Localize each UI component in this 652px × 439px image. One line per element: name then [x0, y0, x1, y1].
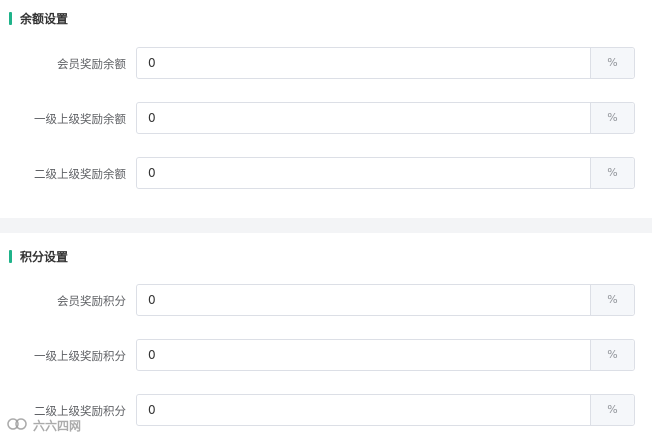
points-settings-section: 积分设置 会员奖励积分 % 一级上级奖励积分 % 二级上级奖励积分 %: [0, 233, 652, 439]
watermark-logo-icon: [6, 417, 28, 434]
level1-reward-points-label: 一级上级奖励积分: [34, 349, 126, 363]
percent-suffix: %: [590, 340, 634, 370]
level1-reward-balance-input-group: %: [136, 102, 635, 134]
level1-reward-balance-row: 一级上级奖励余额 %: [0, 102, 652, 136]
level1-reward-balance-input[interactable]: [137, 103, 590, 133]
level1-reward-balance-label: 一级上级奖励余额: [34, 112, 126, 126]
balance-section-title: 余额设置: [20, 11, 69, 26]
points-section-title: 积分设置: [20, 249, 69, 264]
level1-reward-points-input-group: %: [136, 339, 635, 371]
watermark: 六六四网: [6, 417, 81, 434]
points-section-header: 积分设置: [9, 249, 69, 264]
level1-reward-points-row: 一级上级奖励积分 %: [0, 339, 652, 373]
member-reward-balance-label: 会员奖励余额: [57, 57, 126, 71]
level2-reward-points-input-group: %: [136, 394, 635, 426]
level1-reward-points-input[interactable]: [137, 340, 590, 370]
level2-reward-points-input[interactable]: [137, 395, 590, 425]
balance-section-header: 余额设置: [9, 11, 69, 26]
section-accent-bar: [9, 11, 12, 25]
member-reward-points-input[interactable]: [137, 285, 590, 315]
member-reward-balance-row: 会员奖励余额 %: [0, 47, 652, 81]
watermark-text: 六六四网: [33, 419, 82, 433]
level2-reward-balance-label: 二级上级奖励余额: [34, 167, 126, 181]
percent-suffix: %: [590, 103, 634, 133]
member-reward-balance-input-group: %: [136, 47, 635, 79]
percent-suffix: %: [590, 395, 634, 425]
member-reward-points-row: 会员奖励积分 %: [0, 284, 652, 318]
member-reward-balance-input[interactable]: [137, 48, 590, 78]
percent-suffix: %: [590, 285, 634, 315]
section-accent-bar: [9, 249, 12, 263]
level2-reward-points-row: 二级上级奖励积分 %: [0, 394, 652, 428]
percent-suffix: %: [590, 158, 634, 188]
level2-reward-balance-input-group: %: [136, 157, 635, 189]
balance-settings-section: 余额设置 会员奖励余额 % 一级上级奖励余额 % 二级上级奖励余额 %: [0, 0, 652, 218]
level2-reward-balance-row: 二级上级奖励余额 %: [0, 157, 652, 191]
level2-reward-balance-input[interactable]: [137, 158, 590, 188]
percent-suffix: %: [590, 48, 634, 78]
member-reward-points-input-group: %: [136, 284, 635, 316]
member-reward-points-label: 会员奖励积分: [57, 294, 126, 308]
